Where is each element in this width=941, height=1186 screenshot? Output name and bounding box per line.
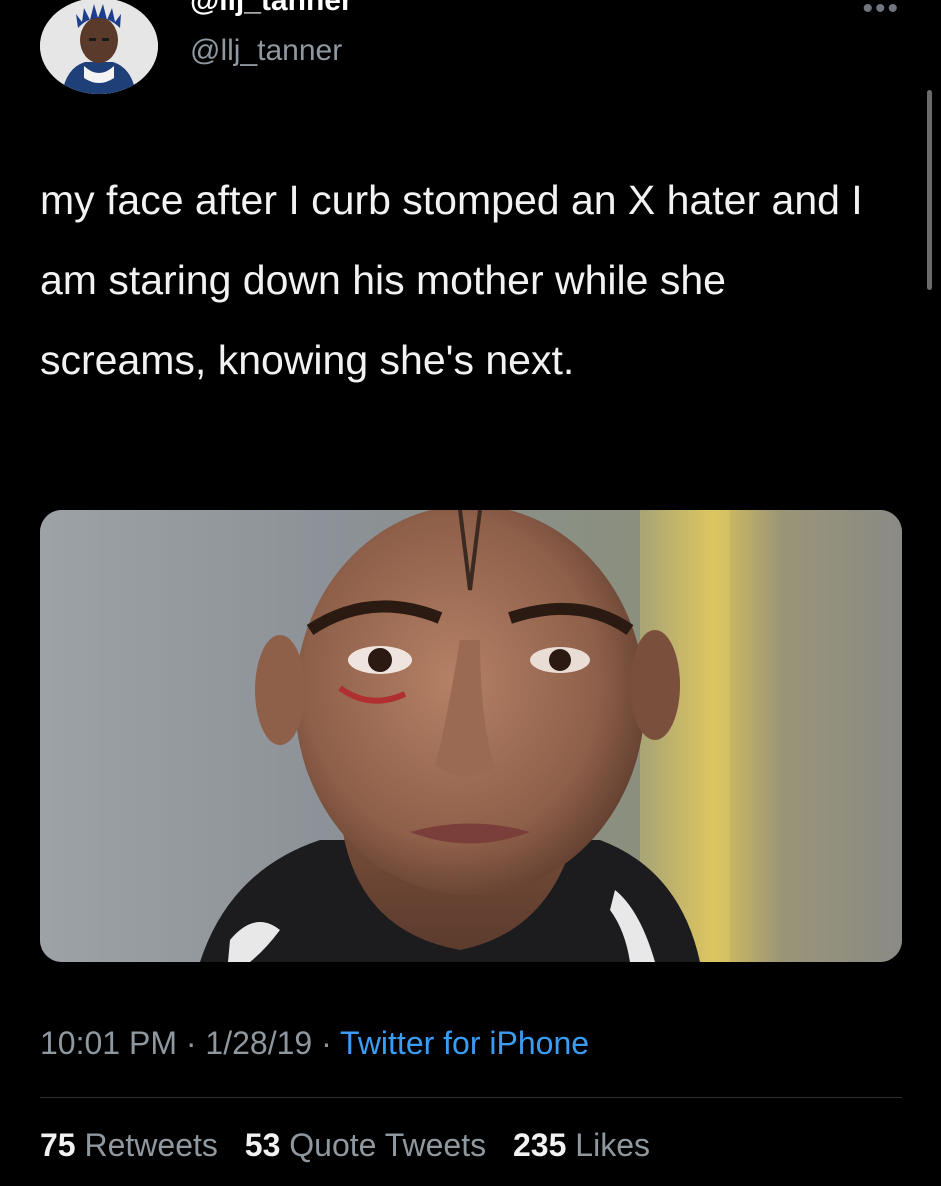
retweets-stat[interactable]: 75 Retweets xyxy=(40,1127,227,1163)
tweet-header: @llj_tanner @llj_tanner ••• xyxy=(40,0,900,100)
divider xyxy=(40,1097,902,1098)
scrollbar[interactable] xyxy=(927,90,932,290)
display-name[interactable]: @llj_tanner xyxy=(190,0,353,18)
portrait-photo xyxy=(40,510,902,962)
avatar[interactable] xyxy=(40,0,158,94)
likes-count: 235 xyxy=(513,1127,567,1163)
more-dots-icon[interactable]: ••• xyxy=(862,0,900,26)
user-handle[interactable]: @llj_tanner xyxy=(190,34,342,68)
tweet-text: my face after I curb stomped an X hater … xyxy=(40,177,863,383)
retweets-count: 75 xyxy=(40,1127,76,1163)
tweet-media-image[interactable] xyxy=(40,510,902,962)
meta-separator: · xyxy=(321,1025,332,1061)
retweets-label: Retweets xyxy=(84,1127,218,1163)
tweet-source-link[interactable]: Twitter for iPhone xyxy=(340,1025,589,1061)
avatar-image xyxy=(40,0,158,94)
tweet-meta: 10:01 PM · 1/28/19 · Twitter for iPhone xyxy=(40,1025,589,1062)
likes-stat[interactable]: 235 Likes xyxy=(513,1127,650,1163)
likes-label: Likes xyxy=(575,1127,650,1163)
tweet-date: 1/28/19 xyxy=(205,1025,313,1061)
meta-separator: · xyxy=(185,1025,197,1061)
tweet-stats: 75 Retweets 53 Quote Tweets 235 Likes xyxy=(40,1127,668,1164)
quote-tweets-stat[interactable]: 53 Quote Tweets xyxy=(245,1127,495,1163)
tweet-time: 10:01 PM xyxy=(40,1025,177,1061)
quote-tweets-label: Quote Tweets xyxy=(289,1127,487,1163)
quote-tweets-count: 53 xyxy=(244,1127,281,1163)
